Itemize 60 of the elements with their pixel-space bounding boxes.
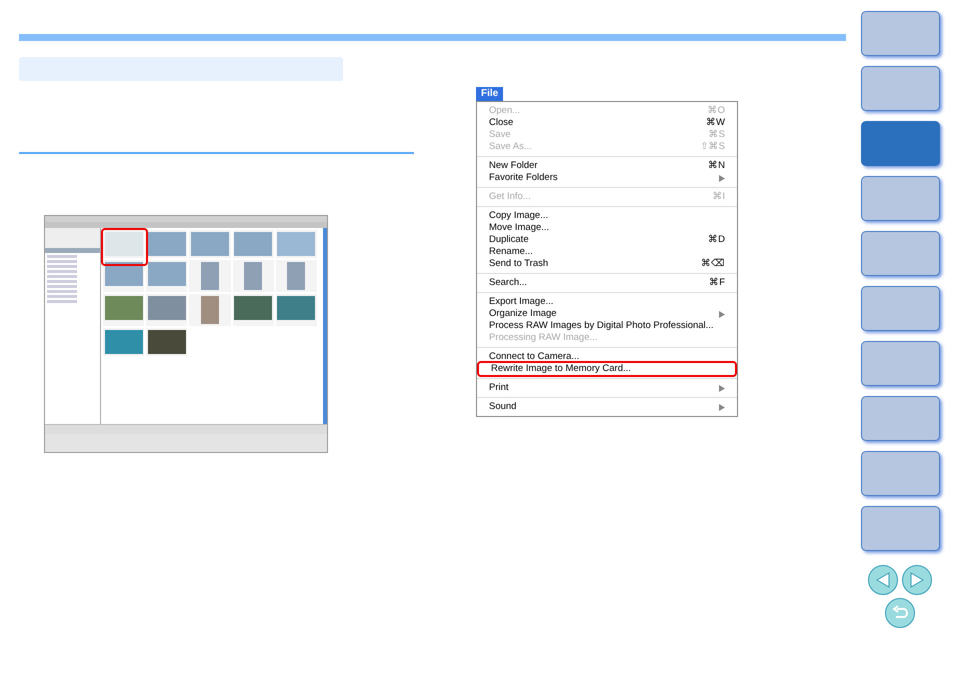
menu-item[interactable]: Duplicate ⌘D — [477, 234, 737, 246]
menu-item-label: Open... — [489, 105, 520, 117]
menu-item[interactable]: Send to Trash ⌘⌫ — [477, 258, 737, 270]
shortcut-label: ⌘I — [712, 191, 725, 203]
return-arrow-icon — [891, 605, 909, 621]
nav-button[interactable] — [860, 451, 940, 496]
menu-title[interactable]: File — [476, 87, 504, 101]
previous-button[interactable] — [868, 565, 898, 595]
nav-button[interactable] — [860, 176, 940, 221]
nav-button[interactable] — [860, 11, 940, 56]
menu-item[interactable]: Rename... — [477, 246, 737, 258]
shortcut-label: ⌘W — [706, 117, 725, 129]
menu-item[interactable]: Search... ⌘F — [477, 277, 737, 289]
menu-item-label: Rewrite Image to Memory Card... — [491, 363, 631, 375]
left-triangle-icon — [876, 572, 890, 588]
menu-item-label: Save As... — [489, 141, 532, 153]
menu-item-label: Save — [489, 129, 511, 141]
right-triangle-icon — [910, 572, 924, 588]
menu-item[interactable]: Connect to Camera... — [477, 351, 737, 363]
shortcut-label: ⌘⌫ — [701, 258, 725, 270]
menu-item[interactable]: Move Image... — [477, 222, 737, 234]
menu-item-label: Search... — [489, 277, 528, 289]
menu-item[interactable]: Organize Image — [477, 308, 737, 320]
shortcut-label: ⇧⌘S — [700, 141, 725, 153]
nav-button[interactable] — [860, 341, 940, 386]
menu-item-label: Export Image... — [489, 296, 554, 308]
menu-item-label: Sound — [489, 401, 516, 413]
menu-item-label: Rename... — [489, 246, 533, 258]
shortcut-label: ⌘O — [708, 105, 725, 117]
menu-item-label: Duplicate — [489, 234, 529, 246]
menu-item[interactable]: Rewrite Image to Memory Card... — [479, 363, 735, 375]
menu-item[interactable]: Favorite Folders — [477, 172, 737, 184]
menu-item-label: Close — [489, 117, 514, 129]
shortcut-label: ⌘D — [708, 234, 725, 246]
menu-item[interactable]: Export Image... — [477, 296, 737, 308]
menu-item-label: New Folder — [489, 160, 538, 172]
menu-item-label: Favorite Folders — [489, 172, 558, 184]
menu-item-label: Connect to Camera... — [489, 351, 580, 363]
shortcut-label: ⌘F — [709, 277, 725, 289]
nav-button[interactable] — [860, 286, 940, 331]
next-button[interactable] — [902, 565, 932, 595]
nav-button[interactable] — [860, 396, 940, 441]
nav-button[interactable] — [860, 506, 940, 551]
menu-item-label: Copy Image... — [489, 210, 548, 222]
menu-item-label: Print — [489, 382, 509, 394]
menu-item[interactable]: Copy Image... — [477, 210, 737, 222]
menu-item-label: Send to Trash — [489, 258, 548, 270]
nav-button[interactable] — [860, 66, 940, 111]
return-button[interactable] — [885, 598, 915, 628]
menu-item-label: Get Info... — [489, 191, 531, 203]
nav-button[interactable] — [860, 231, 940, 276]
menu-item[interactable]: Print — [477, 382, 737, 394]
menu-item[interactable]: Sound — [477, 401, 737, 413]
shortcut-label: ⌘S — [708, 129, 725, 141]
menu-item[interactable]: New Folder ⌘N — [477, 160, 737, 172]
menu-item-label: Move Image... — [489, 222, 550, 234]
shortcut-label: ⌘N — [708, 160, 725, 172]
menu-item-label: Processing RAW Image... — [489, 332, 598, 344]
menu-item-label: Organize Image — [489, 308, 557, 320]
menu-item[interactable]: Close ⌘W — [477, 117, 737, 129]
